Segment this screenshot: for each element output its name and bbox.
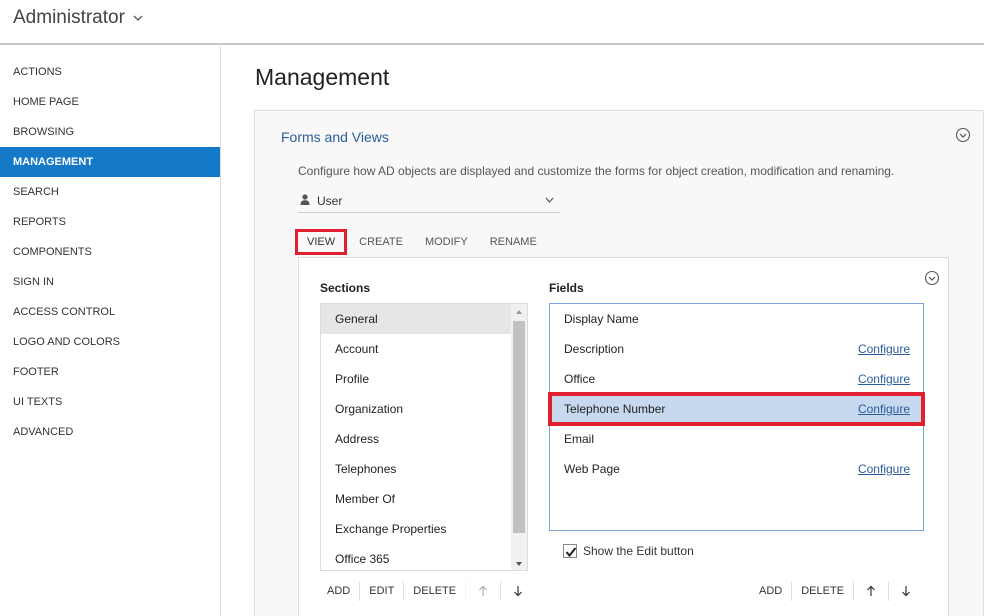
field-name: Display Name: [564, 312, 639, 326]
field-name: Email: [564, 432, 595, 446]
checkmark-icon: [565, 547, 577, 558]
arrow-down-icon: [514, 586, 523, 597]
tab-modify[interactable]: MODIFY: [415, 229, 478, 255]
field-name: Web Page: [564, 462, 620, 476]
move-up-button[interactable]: [465, 581, 500, 601]
sidebar-item-browsing[interactable]: BROWSING: [0, 117, 220, 147]
sidebar-item-advanced[interactable]: ADVANCED: [0, 417, 220, 447]
chevron-down-icon: [133, 15, 143, 21]
object-type-value: User: [317, 194, 343, 208]
sidebar-item-components[interactable]: COMPONENTS: [0, 237, 220, 267]
sidebar-item-sign-in[interactable]: SIGN IN: [0, 267, 220, 297]
role-switcher[interactable]: Administrator: [13, 7, 143, 29]
sidebar-item-management[interactable]: MANAGEMENT: [0, 147, 220, 177]
main-content: Management Forms and Views Configure how…: [221, 46, 984, 616]
sidebar: ACTIONS HOME PAGE BROWSING MANAGEMENT SE…: [0, 46, 221, 616]
list-item[interactable]: Account: [321, 334, 511, 364]
list-item[interactable]: Telephones: [321, 454, 511, 484]
configure-link[interactable]: Configure: [858, 454, 910, 484]
arrow-up-icon: [867, 585, 875, 597]
checkbox-label: Show the Edit button: [583, 544, 694, 558]
show-edit-button-checkbox[interactable]: Show the Edit button: [563, 544, 694, 558]
sections-label: Sections: [320, 281, 371, 295]
chevron-down-icon: [545, 197, 554, 203]
table-row[interactable]: Telephone Number Configure: [548, 392, 925, 426]
field-name: Office: [564, 372, 596, 386]
list-item[interactable]: Profile: [321, 364, 511, 394]
sidebar-item-home-page[interactable]: HOME PAGE: [0, 87, 220, 117]
sidebar-item-search[interactable]: SEARCH: [0, 177, 220, 207]
field-name: Description: [564, 342, 625, 356]
table-row[interactable]: Description Configure: [550, 334, 923, 364]
add-field-button[interactable]: ADD: [750, 581, 791, 601]
object-type-select[interactable]: User: [298, 189, 560, 213]
sidebar-item-access-control[interactable]: ACCESS CONTROL: [0, 297, 220, 327]
tab-view[interactable]: VIEW: [295, 229, 348, 255]
tab-rename[interactable]: RENAME: [480, 229, 547, 255]
sidebar-item-actions[interactable]: ACTIONS: [0, 57, 220, 87]
list-item[interactable]: Address: [321, 424, 511, 454]
move-down-button[interactable]: [888, 581, 923, 601]
checkbox[interactable]: [563, 544, 577, 558]
table-row[interactable]: Email: [550, 424, 923, 454]
sidebar-item-reports[interactable]: REPORTS: [0, 207, 220, 237]
sidebar-item-logo-and-colors[interactable]: LOGO AND COLORS: [0, 327, 220, 357]
list-item[interactable]: Office 365: [321, 544, 511, 570]
sidebar-item-footer[interactable]: FOOTER: [0, 357, 220, 387]
scroll-down-icon[interactable]: [511, 557, 527, 571]
tab-create[interactable]: CREATE: [349, 229, 413, 255]
collapse-icon[interactable]: [955, 127, 971, 143]
top-bar: Administrator: [0, 0, 984, 45]
scroll-up-icon[interactable]: [511, 305, 527, 319]
card-title: Forms and Views: [281, 129, 389, 145]
card-description: Configure how AD objects are displayed a…: [298, 164, 895, 178]
edit-section-button[interactable]: EDIT: [359, 581, 403, 601]
table-row[interactable]: Display Name: [550, 304, 923, 334]
sections-toolbar: ADD EDIT DELETE: [318, 580, 535, 602]
fields-list: Display Name Description Configure Offic…: [548, 303, 925, 531]
sections-list: General Account Profile Organization Add…: [320, 303, 528, 571]
collapse-icon[interactable]: [924, 270, 940, 286]
scroll-thumb[interactable]: [513, 321, 525, 533]
table-row[interactable]: Office Configure: [550, 364, 923, 394]
form-tabs: VIEW CREATE MODIFY RENAME: [295, 229, 547, 255]
arrow-down-icon: [902, 586, 910, 597]
sidebar-nav: ACTIONS HOME PAGE BROWSING MANAGEMENT SE…: [0, 46, 220, 447]
arrow-up-icon: [479, 585, 488, 597]
role-title: Administrator: [13, 7, 125, 28]
forms-and-views-card: Forms and Views Configure how AD objects…: [254, 110, 984, 616]
table-row[interactable]: Web Page Configure: [550, 454, 923, 484]
delete-field-button[interactable]: DELETE: [791, 581, 853, 601]
list-item[interactable]: General: [321, 304, 511, 334]
configure-link[interactable]: Configure: [858, 364, 910, 394]
delete-section-button[interactable]: DELETE: [403, 581, 465, 601]
fields-label: Fields: [549, 281, 584, 295]
list-item[interactable]: Organization: [321, 394, 511, 424]
sections-scrollbar[interactable]: [511, 304, 527, 571]
configure-link[interactable]: Configure: [858, 334, 910, 364]
fields-toolbar: ADD DELETE: [750, 580, 923, 602]
page-title: Management: [255, 64, 390, 90]
move-down-button[interactable]: [500, 581, 535, 601]
move-up-button[interactable]: [853, 581, 888, 601]
list-item[interactable]: Member Of: [321, 484, 511, 514]
sidebar-item-ui-texts[interactable]: UI TEXTS: [0, 387, 220, 417]
view-panel: Sections Fields General Account Profile …: [298, 257, 949, 616]
field-name: Telephone Number: [564, 402, 666, 416]
add-section-button[interactable]: ADD: [318, 581, 359, 601]
list-item[interactable]: Exchange Properties: [321, 514, 511, 544]
user-icon: [300, 194, 310, 205]
configure-link[interactable]: Configure: [858, 394, 910, 424]
